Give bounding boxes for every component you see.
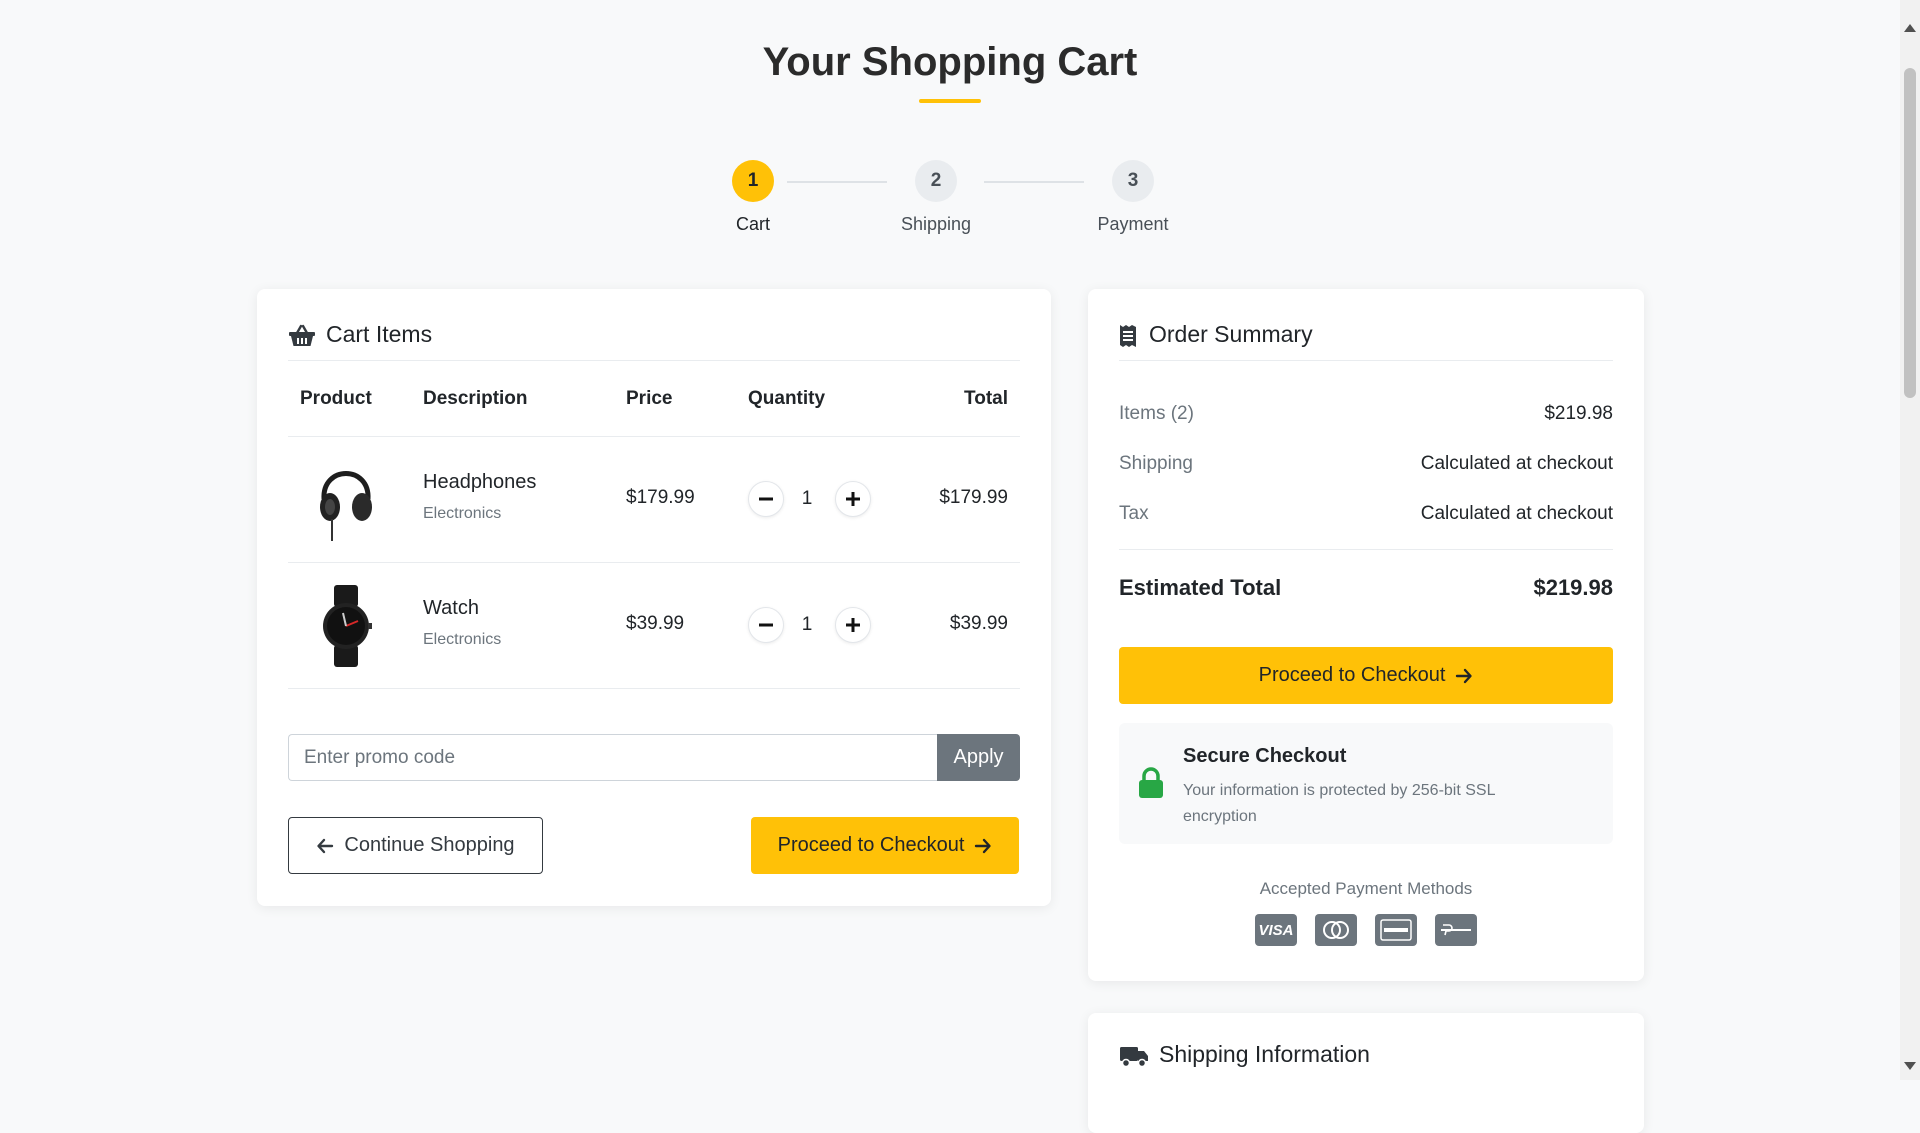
secure-checkout-box: Secure Checkout Your information is prot…	[1119, 723, 1613, 844]
column-quantity: Quantity	[748, 388, 826, 409]
arrow-right-icon	[1456, 668, 1473, 683]
truck-icon	[1119, 1044, 1149, 1068]
payment-methods: VISA	[1088, 914, 1644, 946]
apply-promo-button[interactable]: Apply	[937, 734, 1020, 781]
cart-items-header: Cart Items	[288, 289, 1020, 361]
amex-icon	[1375, 914, 1417, 946]
column-total: Total	[964, 388, 1008, 409]
cart-row: Watch Electronics $39.99 1 $39.99	[288, 563, 1020, 689]
column-description: Description	[423, 388, 528, 409]
arrow-left-icon	[317, 838, 334, 853]
checkout-label: Proceed to Checkout	[777, 834, 965, 856]
summary-value: Calculated at checkout	[1420, 453, 1613, 474]
order-summary-card: Order Summary Items (2) $219.98 Shipping…	[1088, 289, 1644, 981]
checkout-label: Proceed to Checkout	[1258, 664, 1446, 686]
product-name: Headphones	[423, 471, 537, 493]
page-title: Your Shopping Cart	[762, 40, 1138, 84]
scroll-down-arrow-icon[interactable]	[1904, 1062, 1916, 1070]
product-category: Electronics	[423, 505, 502, 522]
continue-shopping-label: Continue Shopping	[344, 834, 515, 856]
shipping-information-title: Shipping Information	[1159, 1041, 1370, 1067]
step-number: 3	[1112, 160, 1154, 202]
cart-table-header: Product Description Price Quantity Total	[288, 361, 1020, 437]
basket-icon	[288, 324, 316, 348]
mastercard-icon	[1315, 914, 1357, 946]
estimated-total-label: Estimated Total	[1119, 575, 1282, 600]
visa-icon: VISA	[1255, 914, 1297, 946]
summary-label: Shipping	[1119, 453, 1193, 474]
estimated-total-value: $219.98	[1533, 575, 1613, 600]
summary-divider	[1119, 549, 1613, 550]
page-scrollbar[interactable]	[1900, 0, 1920, 1080]
increase-quantity-button[interactable]	[835, 481, 871, 517]
step-cart: 1 Cart	[693, 160, 813, 235]
quantity-value: 1	[801, 614, 813, 635]
scroll-up-arrow-icon[interactable]	[1904, 24, 1916, 32]
step-payment: 3 Payment	[1073, 160, 1193, 235]
step-shipping: 2 Shipping	[876, 160, 996, 235]
product-price: $39.99	[626, 613, 685, 634]
lock-icon	[1137, 767, 1165, 804]
proceed-to-checkout-button[interactable]: Proceed to Checkout	[751, 817, 1019, 874]
increase-quantity-button[interactable]	[835, 607, 871, 643]
title-underline	[919, 99, 981, 103]
summary-checkout-button[interactable]: Proceed to Checkout	[1119, 647, 1613, 704]
summary-label: Tax	[1119, 503, 1149, 524]
order-summary-title: Order Summary	[1149, 321, 1313, 347]
continue-shopping-button[interactable]: Continue Shopping	[288, 817, 543, 874]
order-summary-header: Order Summary	[1119, 289, 1613, 361]
cart-items-title: Cart Items	[326, 321, 433, 347]
step-label: Cart	[735, 214, 770, 234]
summary-value: Calculated at checkout	[1420, 503, 1613, 524]
cart-row: Headphones Electronics $179.99 1 $179.99	[288, 437, 1020, 563]
secure-checkout-text: Your information is protected by 256-bit…	[1183, 782, 1495, 825]
scrollbar-thumb[interactable]	[1904, 68, 1916, 398]
secure-checkout-title: Secure Checkout	[1183, 745, 1347, 767]
step-number: 2	[915, 160, 957, 202]
quantity-value: 1	[801, 488, 813, 509]
payment-methods-label: Accepted Payment Methods	[1259, 879, 1473, 898]
arrow-right-icon	[975, 838, 992, 853]
receipt-icon	[1119, 324, 1139, 348]
summary-value: $219.98	[1544, 403, 1613, 424]
watch-image	[310, 581, 382, 671]
column-product: Product	[300, 388, 372, 409]
cart-items-card: Cart Items Product Description Price Qua…	[257, 289, 1051, 906]
row-total: $179.99	[939, 487, 1008, 508]
step-label: Payment	[1097, 214, 1169, 234]
shipping-information-card: Shipping Information	[1088, 1013, 1644, 1133]
column-price: Price	[626, 388, 673, 409]
product-name: Watch	[423, 597, 479, 619]
decrease-quantity-button[interactable]	[748, 481, 784, 517]
row-total: $39.99	[949, 613, 1008, 634]
page: Your Shopping Cart 1 Cart 2 Shipping 3 P…	[0, 0, 1900, 1133]
product-category: Electronics	[423, 631, 502, 648]
step-label: Shipping	[900, 214, 972, 234]
step-connector	[984, 181, 1084, 183]
shipping-information-header: Shipping Information	[1119, 1013, 1613, 1080]
step-number: 1	[732, 160, 774, 202]
paypal-icon	[1435, 914, 1477, 946]
summary-label: Items (2)	[1119, 403, 1194, 424]
product-price: $179.99	[626, 487, 695, 508]
promo-code-input[interactable]	[288, 734, 937, 781]
decrease-quantity-button[interactable]	[748, 607, 784, 643]
headphones-image	[310, 455, 382, 545]
